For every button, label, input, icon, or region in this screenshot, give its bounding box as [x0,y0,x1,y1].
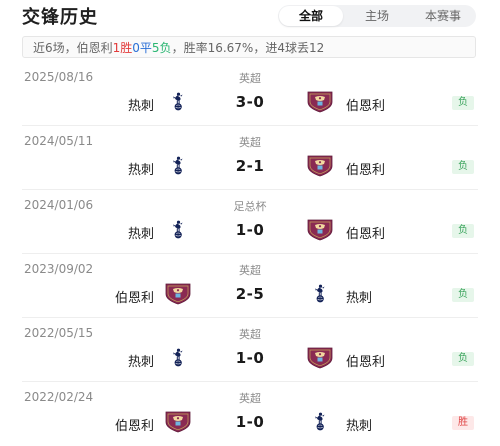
spurs-cockerel-icon [306,411,334,433]
away-team-name: 热刺 [346,291,373,306]
result-badge: 负 [452,224,474,238]
match-date: 2022/05/15 [24,326,94,340]
filter-tabs: 全部 主场 本赛事 [278,5,476,27]
match-row[interactable]: 2024/01/06 足总杯热刺 1-0 伯恩利 负 [0,190,500,254]
match-row[interactable]: 2023/09/02 英超伯恩利 2-5 热刺 负 [0,254,500,318]
match-league: 英超 [239,392,261,405]
home-team-name: 热刺 [127,163,154,178]
result-badge: 负 [452,288,474,302]
result-badge: 胜 [452,416,474,430]
summary-suffix: ，胜率16.67%，进4球丢12 [171,41,325,55]
match-row[interactable]: 2022/05/15 英超热刺 1-0 伯恩利 负 [0,318,500,382]
match-score: 1-0 [235,349,265,367]
burnley-crest-icon [306,347,334,369]
result-badge: 负 [452,96,474,110]
match-row[interactable]: 2024/05/11 英超热刺 2-1 伯恩利 负 [0,126,500,190]
record-summary: 近6场，伯恩利1胜0平5负，胜率16.67%，进4球丢12 [22,36,476,58]
match-date: 2023/09/02 [24,262,94,276]
match-row[interactable]: 2022/02/24 英超伯恩利 1-0 热刺 胜 [0,382,500,446]
match-date: 2022/02/24 [24,390,94,404]
home-team-name: 热刺 [127,355,154,370]
match-score: 2-1 [235,157,265,175]
match-score: 1-0 [235,413,265,431]
match-league: 英超 [239,136,261,149]
spurs-cockerel-icon [164,347,192,369]
burnley-crest-icon [306,219,334,241]
match-league: 英超 [239,264,261,277]
away-team-name: 伯恩利 [346,227,386,242]
result-badge: 负 [452,352,474,366]
page-title: 交锋历史 [22,7,98,28]
header: 交锋历史 全部 主场 本赛事 [0,0,500,32]
away-team-name: 伯恩利 [346,163,386,178]
summary-losses: 5负 [151,41,172,55]
summary-draws: 0平 [132,41,152,55]
home-team-name: 热刺 [127,227,154,242]
spurs-cockerel-icon [164,155,192,177]
match-date: 2024/05/11 [24,134,94,148]
match-league: 英超 [239,72,261,85]
summary-prefix: 近6场，伯恩利 [33,41,113,55]
tab-all[interactable]: 全部 [279,6,343,26]
away-team-name: 伯恩利 [346,355,386,370]
away-team-name: 热刺 [346,419,373,434]
summary-wins: 1胜 [112,41,133,55]
match-row[interactable]: 2025/08/16 英超热刺 3-0 伯恩利 负 [0,62,500,126]
match-date: 2025/08/16 [24,70,94,84]
match-date: 2024/01/06 [24,198,94,212]
burnley-crest-icon [306,91,334,113]
tab-competition[interactable]: 本赛事 [411,6,475,26]
home-team-name: 伯恩利 [114,419,154,434]
spurs-cockerel-icon [164,219,192,241]
away-team-name: 伯恩利 [346,99,386,114]
spurs-cockerel-icon [306,283,334,305]
burnley-crest-icon [164,283,192,305]
burnley-crest-icon [306,155,334,177]
match-league: 英超 [239,328,261,341]
home-team-name: 热刺 [127,99,154,114]
match-league: 足总杯 [233,200,267,213]
tab-home[interactable]: 主场 [345,6,409,26]
home-team-name: 伯恩利 [114,291,154,306]
match-score: 1-0 [235,221,265,239]
match-score: 2-5 [235,285,265,303]
burnley-crest-icon [164,411,192,433]
match-score: 3-0 [235,93,265,111]
result-badge: 负 [452,160,474,174]
spurs-cockerel-icon [164,91,192,113]
